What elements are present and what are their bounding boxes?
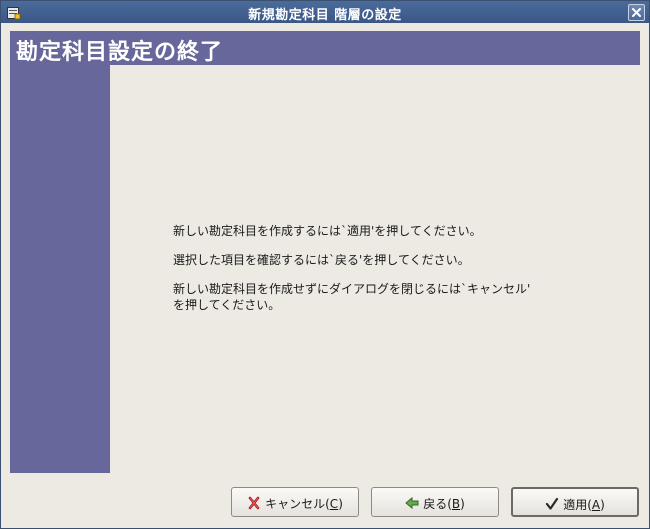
window-title: 新規勘定科目 階層の設定	[248, 8, 402, 23]
back-label: 戻る(	[423, 497, 452, 511]
instructions: 新しい勘定科目を作成するには`適用'を押してください。 選択した項目を確認するに…	[173, 223, 633, 326]
cancel-x-icon	[247, 496, 261, 510]
cancel-label: キャンセル(	[265, 497, 330, 511]
cancel-instruction: 新しい勘定科目を作成せずにダイアログを閉じるには`キャンセル' を押してください…	[173, 282, 531, 312]
apply-button[interactable]: 適用(A)	[511, 487, 639, 517]
page-header: 勘定科目設定の終了	[10, 31, 640, 65]
cancel-close-paren: )	[338, 497, 343, 511]
back-button[interactable]: 戻る(B)	[371, 487, 499, 517]
back-arrow-icon	[405, 496, 419, 510]
checkmark-icon	[545, 497, 559, 511]
back-instruction: 選択した項目を確認するには`戻る'を押してください。	[173, 253, 470, 267]
close-icon	[632, 8, 641, 17]
cancel-button[interactable]: キャンセル(C)	[231, 487, 359, 517]
apply-label: 適用(	[563, 498, 592, 512]
cancel-mnemonic: C	[329, 497, 339, 511]
close-window-button[interactable]	[628, 4, 645, 21]
title-bar[interactable]: 新規勘定科目 階層の設定	[1, 1, 649, 23]
dialog-window: 新規勘定科目 階層の設定 勘定科目設定の終了 新しい勘定科目を作成するには`適用…	[0, 0, 650, 529]
back-close-paren: )	[460, 497, 465, 511]
apply-instruction: 新しい勘定科目を作成するには`適用'を押してください。	[173, 224, 482, 238]
apply-mnemonic: A	[591, 498, 601, 512]
sidebar-decoration	[10, 65, 110, 473]
apply-close-paren: )	[600, 498, 605, 512]
content-area: 新しい勘定科目を作成するには`適用'を押してください。 選択した項目を確認するに…	[110, 65, 640, 473]
back-mnemonic: B	[451, 497, 461, 511]
page-title: 勘定科目設定の終了	[16, 40, 224, 65]
